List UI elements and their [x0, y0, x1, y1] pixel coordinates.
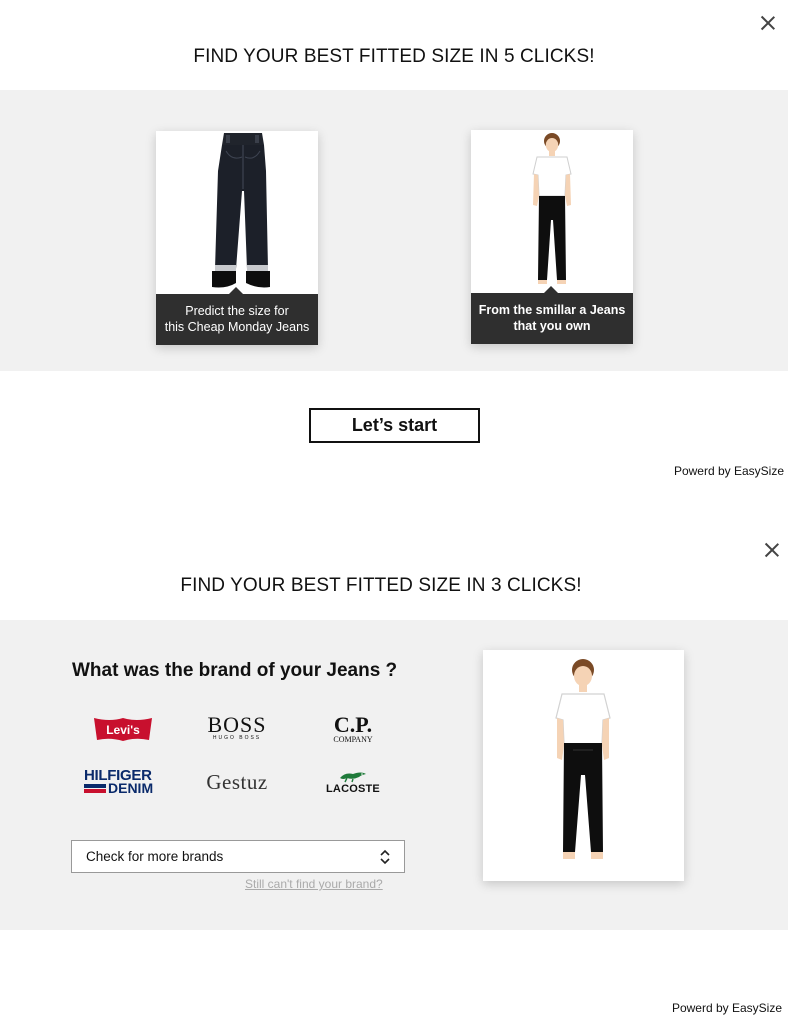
- brand-gestuz[interactable]: Gestuz: [195, 768, 279, 796]
- page-title: FIND YOUR BEST FITTED SIZE IN 5 CLICKS!: [193, 46, 595, 67]
- figure-preview-card: [483, 650, 684, 881]
- product-card-caption: Predict the size for this Cheap Monday J…: [156, 287, 318, 345]
- more-brands-select[interactable]: Check for more brands: [71, 840, 405, 873]
- page-title: FIND YOUR BEST FITTED SIZE IN 3 CLICKS!: [180, 575, 582, 596]
- brand-question: What was the brand of your Jeans ?: [72, 660, 398, 681]
- brand-boss[interactable]: BOSS HUGO BOSS: [205, 713, 269, 743]
- crocodile-icon: [340, 772, 366, 782]
- start-button[interactable]: Let’s start: [309, 408, 480, 443]
- mannequin-figure: [532, 133, 572, 284]
- levis-logo-text: Levi's: [106, 723, 140, 737]
- chevron-up-down-icon: [380, 849, 390, 865]
- cp-logo-sub: COMPANY: [333, 734, 373, 744]
- hilfiger-logo-bottom: DENIM: [108, 780, 154, 796]
- brand-lacoste[interactable]: LACOSTE: [322, 766, 384, 798]
- step-cards-area: [0, 90, 788, 371]
- levis-logo: Levi's: [94, 718, 152, 741]
- powered-by-text: Powerd by EasySize: [671, 1001, 782, 1015]
- brand-levis[interactable]: Levi's: [92, 713, 154, 743]
- boss-logo-sub: HUGO BOSS: [212, 734, 262, 741]
- own-jeans-card-caption: From the smillar a Jeans that you own: [471, 286, 633, 344]
- mannequin-figure: [555, 659, 611, 859]
- boss-logo: BOSS: [207, 711, 267, 737]
- cp-logo: C.P.: [333, 711, 373, 737]
- jeans-product-image: [212, 133, 270, 288]
- brand-cp-company[interactable]: C.P. COMPANY: [328, 713, 378, 745]
- close-icon[interactable]: [762, 540, 782, 560]
- gestuz-logo: Gestuz: [206, 769, 268, 794]
- lacoste-logo-text: LACOSTE: [326, 782, 380, 795]
- hilfiger-logo: HILFIGER DENIM: [82, 768, 164, 796]
- cant-find-brand-link[interactable]: Still can't find your brand?: [245, 877, 383, 891]
- close-icon[interactable]: [758, 13, 778, 33]
- own-jeans-card[interactable]: From the smillar a Jeans that you own: [471, 130, 633, 344]
- powered-by-text: Powerd by EasySize: [673, 464, 784, 478]
- more-brands-select-value: Check for more brands: [86, 849, 224, 864]
- brand-hilfiger-denim[interactable]: HILFIGER DENIM: [82, 768, 164, 796]
- product-card[interactable]: Predict the size for this Cheap Monday J…: [156, 131, 318, 345]
